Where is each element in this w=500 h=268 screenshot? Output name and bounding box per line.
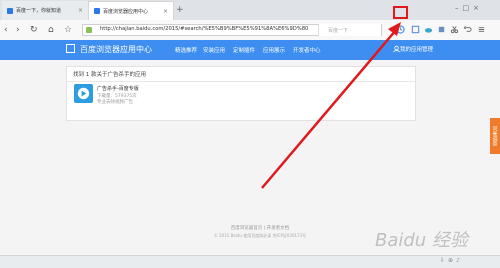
tab-app-center[interactable]: 百度浏览器应用中心 ×: [88, 1, 174, 20]
nav-featured[interactable]: 精选推荐: [175, 46, 197, 54]
result-count-title: 找到 1 款关于广告杀手的应用: [73, 72, 146, 78]
sound-icon[interactable]: ♪: [456, 257, 463, 264]
screenshot-icon[interactable]: [411, 25, 420, 34]
nav-custom-plugins[interactable]: 定制插件: [233, 46, 255, 54]
tab-baidu-search[interactable]: 百度一下，你就知道 ×: [2, 1, 88, 20]
bookmark-star-button[interactable]: ☆: [64, 24, 72, 36]
download-icon[interactable]: ⇩: [440, 257, 448, 264]
baidu-favicon-icon: [7, 7, 13, 14]
refresh-button[interactable]: ↻: [30, 24, 38, 36]
tab-label: 百度一下，你就知道: [16, 8, 62, 14]
home-button[interactable]: ⌂: [48, 24, 54, 36]
minimize-icon[interactable]: –: [455, 4, 463, 12]
window-controls: –□×: [455, 4, 483, 12]
menu-icon[interactable]: [477, 25, 486, 34]
zoom-icon[interactable]: ⊕: [448, 257, 456, 264]
nav-installed[interactable]: 安装应用: [203, 46, 225, 54]
status-bar: [0, 255, 500, 268]
nav-showcase[interactable]: 应用展示: [263, 46, 285, 54]
nav-developer[interactable]: 开发者中心: [293, 46, 321, 54]
site-name[interactable]: 百度浏览器应用中心: [80, 44, 152, 55]
close-tab-icon[interactable]: ×: [163, 8, 168, 15]
app-center-favicon-icon: [94, 8, 100, 14]
forward-button[interactable]: ›: [16, 24, 20, 36]
divider: [67, 81, 415, 82]
maximize-icon[interactable]: □: [463, 4, 474, 12]
user-icon: [393, 45, 400, 53]
scissors-icon[interactable]: [450, 25, 459, 34]
ad-killer-app-icon[interactable]: [74, 84, 93, 103]
highlight-box: [393, 6, 408, 19]
footer-links[interactable]: 百度浏览器首页 | 开发者文档: [200, 225, 320, 231]
survey-side-tab[interactable]: 问卷调查: [490, 118, 500, 154]
back-button[interactable]: ‹: [4, 24, 8, 36]
extension-icon[interactable]: [437, 25, 446, 34]
tab-label: 百度浏览器应用中心: [103, 8, 149, 15]
cloud-icon[interactable]: [424, 25, 433, 34]
app-name-link[interactable]: 广告杀手-百度专版: [97, 85, 139, 92]
lock-icon: [86, 27, 92, 33]
app-center-icon[interactable]: [396, 25, 405, 34]
search-placeholder: 百度一下: [328, 28, 349, 34]
footer-copyright: © 2015 Baidu 使用百度前必读 京ICP证030173号: [213, 233, 307, 238]
my-apps-link[interactable]: 我的应用管理: [400, 45, 433, 53]
close-window-icon[interactable]: ×: [473, 4, 483, 12]
url-text[interactable]: http://chajian.baidu.com/2015/#search/%E…: [100, 26, 312, 32]
undo-icon[interactable]: [463, 25, 472, 34]
app-description: 专业去除视频广告: [97, 100, 133, 105]
baidu-jingyan-watermark: Baidu 经验: [375, 230, 468, 251]
app-center-logo-icon: [66, 44, 75, 53]
new-tab-button[interactable]: +: [176, 6, 184, 15]
close-tab-icon[interactable]: ×: [78, 7, 83, 14]
status-icons: ⇩⊕♪: [440, 257, 463, 264]
